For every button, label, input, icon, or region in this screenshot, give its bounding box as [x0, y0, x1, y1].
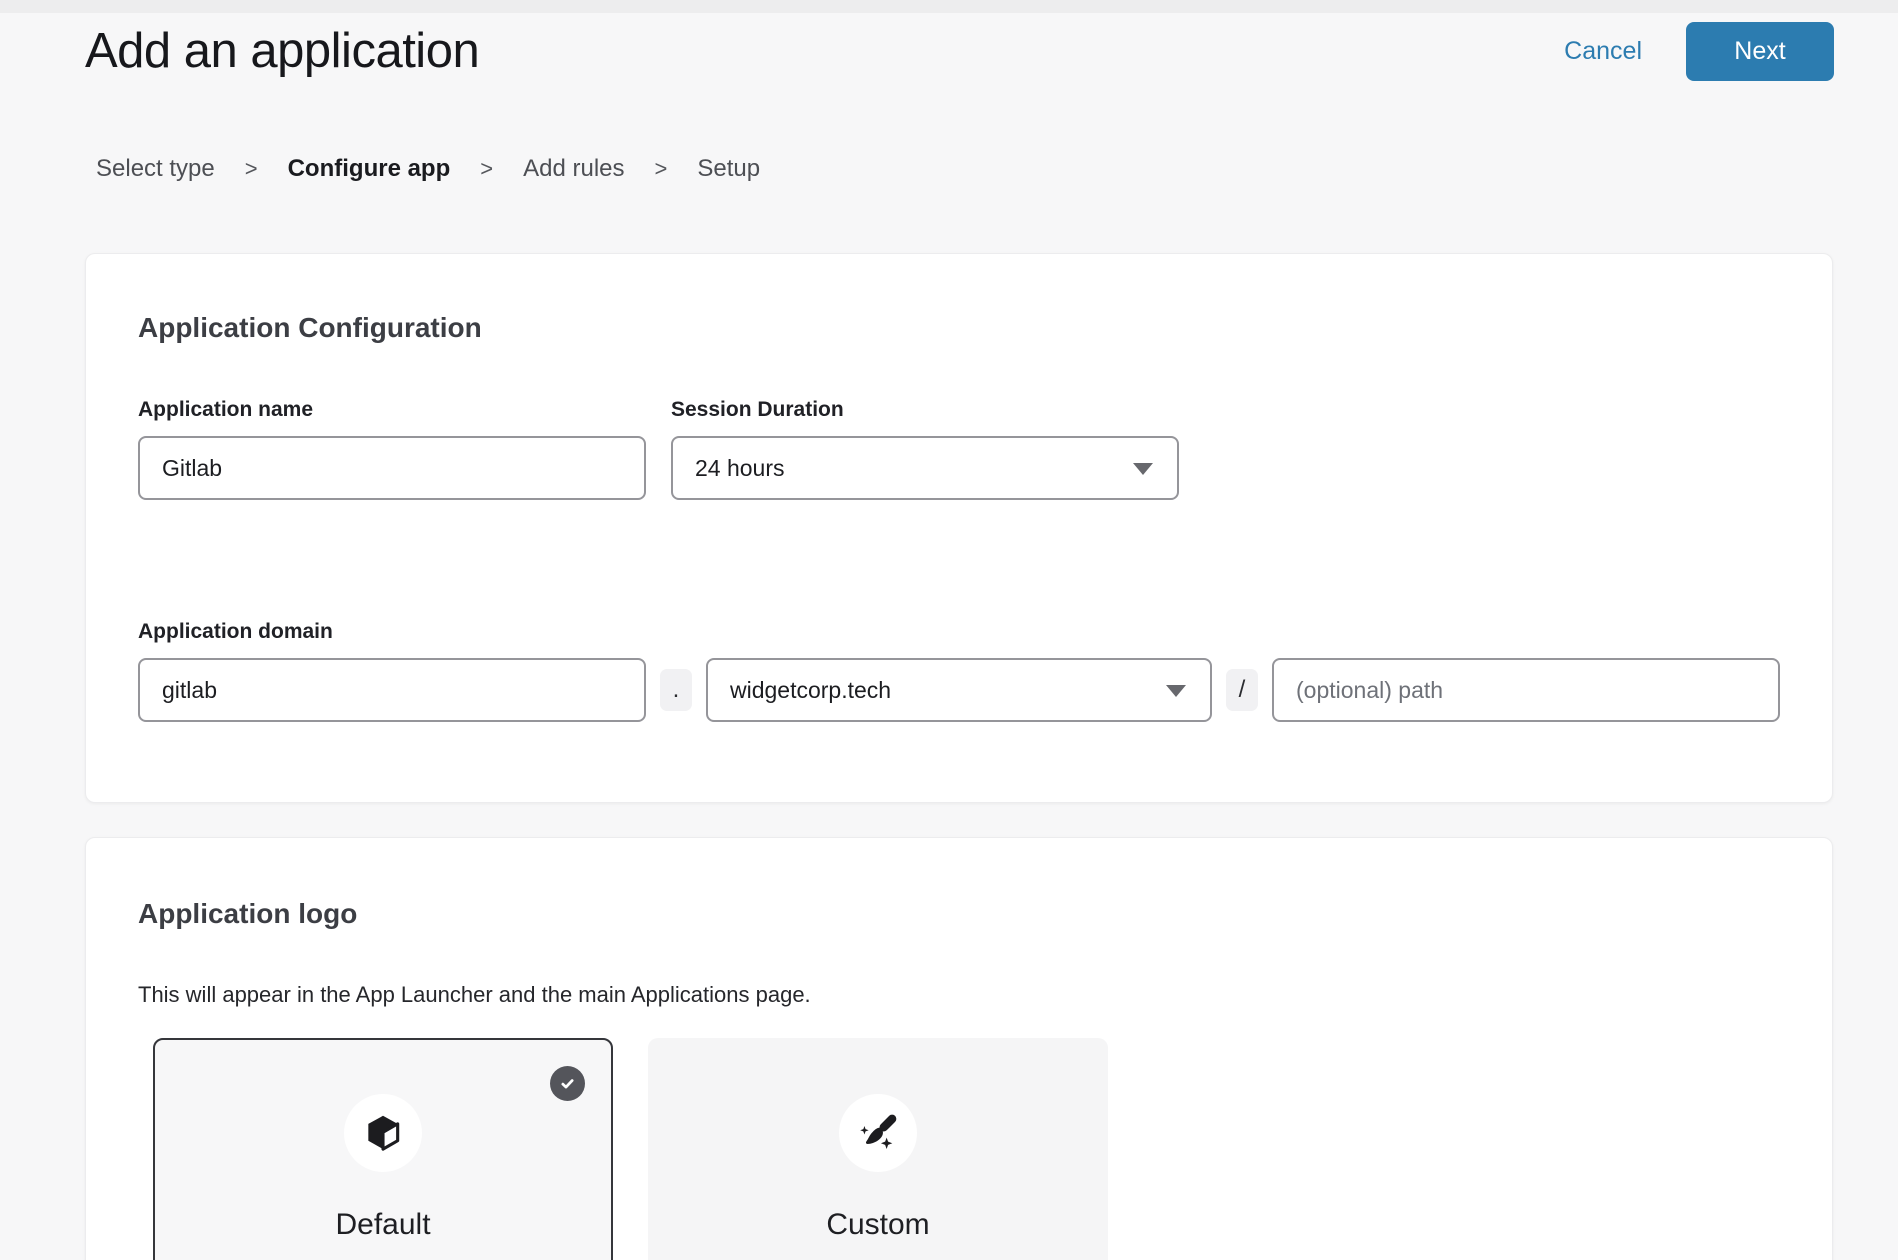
session-duration-label: Session Duration [671, 398, 1179, 422]
session-duration-select[interactable]: 24 hours [671, 436, 1179, 500]
logo-option-label: Default [335, 1208, 430, 1242]
application-domain-label: Application domain [138, 620, 1780, 644]
application-name-label: Application name [138, 398, 646, 422]
name-duration-row: Application name Session Duration 24 hou… [138, 398, 1780, 500]
logo-heading: Application logo [138, 898, 1780, 930]
path-input[interactable] [1272, 658, 1780, 722]
cube-icon [361, 1111, 405, 1155]
cancel-button[interactable]: Cancel [1564, 37, 1642, 66]
domain-select-value: widgetcorp.tech [730, 677, 891, 704]
logo-option-tiles: Default Custom [153, 1038, 1780, 1260]
application-name-field: Application name [138, 398, 646, 500]
application-configuration-card: Application Configuration Application na… [85, 253, 1833, 803]
breadcrumb-step-configure-app[interactable]: Configure app [288, 155, 451, 183]
application-logo-card: Application logo This will appear in the… [85, 837, 1833, 1260]
session-duration-value: 24 hours [695, 455, 785, 482]
breadcrumb-separator: > [245, 156, 258, 182]
breadcrumb: Select type > Configure app > Add rules … [96, 155, 1898, 183]
top-edge-strip [0, 0, 1898, 13]
next-button[interactable]: Next [1686, 22, 1834, 81]
logo-option-label: Custom [826, 1208, 929, 1242]
caret-down-icon [1166, 685, 1186, 697]
custom-logo-circle [839, 1094, 917, 1172]
logo-description: This will appear in the App Launcher and… [138, 982, 1780, 1008]
application-name-input[interactable] [138, 436, 646, 500]
caret-down-icon [1133, 463, 1153, 475]
page-title: Add an application [85, 25, 479, 79]
subdomain-input[interactable] [138, 658, 646, 722]
dot-separator: . [660, 669, 692, 711]
breadcrumb-separator: > [655, 156, 668, 182]
slash-separator: / [1226, 669, 1258, 711]
application-domain-row: . widgetcorp.tech / [138, 644, 1780, 722]
page-header: Add an application Cancel Next [0, 13, 1898, 81]
session-duration-field: Session Duration 24 hours [671, 398, 1179, 500]
breadcrumb-step-select-type[interactable]: Select type [96, 155, 215, 183]
selected-check-badge [550, 1066, 585, 1101]
check-icon [558, 1074, 577, 1093]
domain-select[interactable]: widgetcorp.tech [706, 658, 1212, 722]
breadcrumb-separator: > [480, 156, 493, 182]
configuration-heading: Application Configuration [138, 312, 1780, 344]
paintbrush-icon [856, 1111, 900, 1155]
breadcrumb-step-add-rules[interactable]: Add rules [523, 155, 624, 183]
logo-option-default[interactable]: Default [153, 1038, 613, 1260]
header-actions: Cancel Next [1564, 22, 1834, 81]
default-logo-circle [344, 1094, 422, 1172]
breadcrumb-step-setup[interactable]: Setup [697, 155, 760, 183]
logo-option-custom[interactable]: Custom [648, 1038, 1108, 1260]
